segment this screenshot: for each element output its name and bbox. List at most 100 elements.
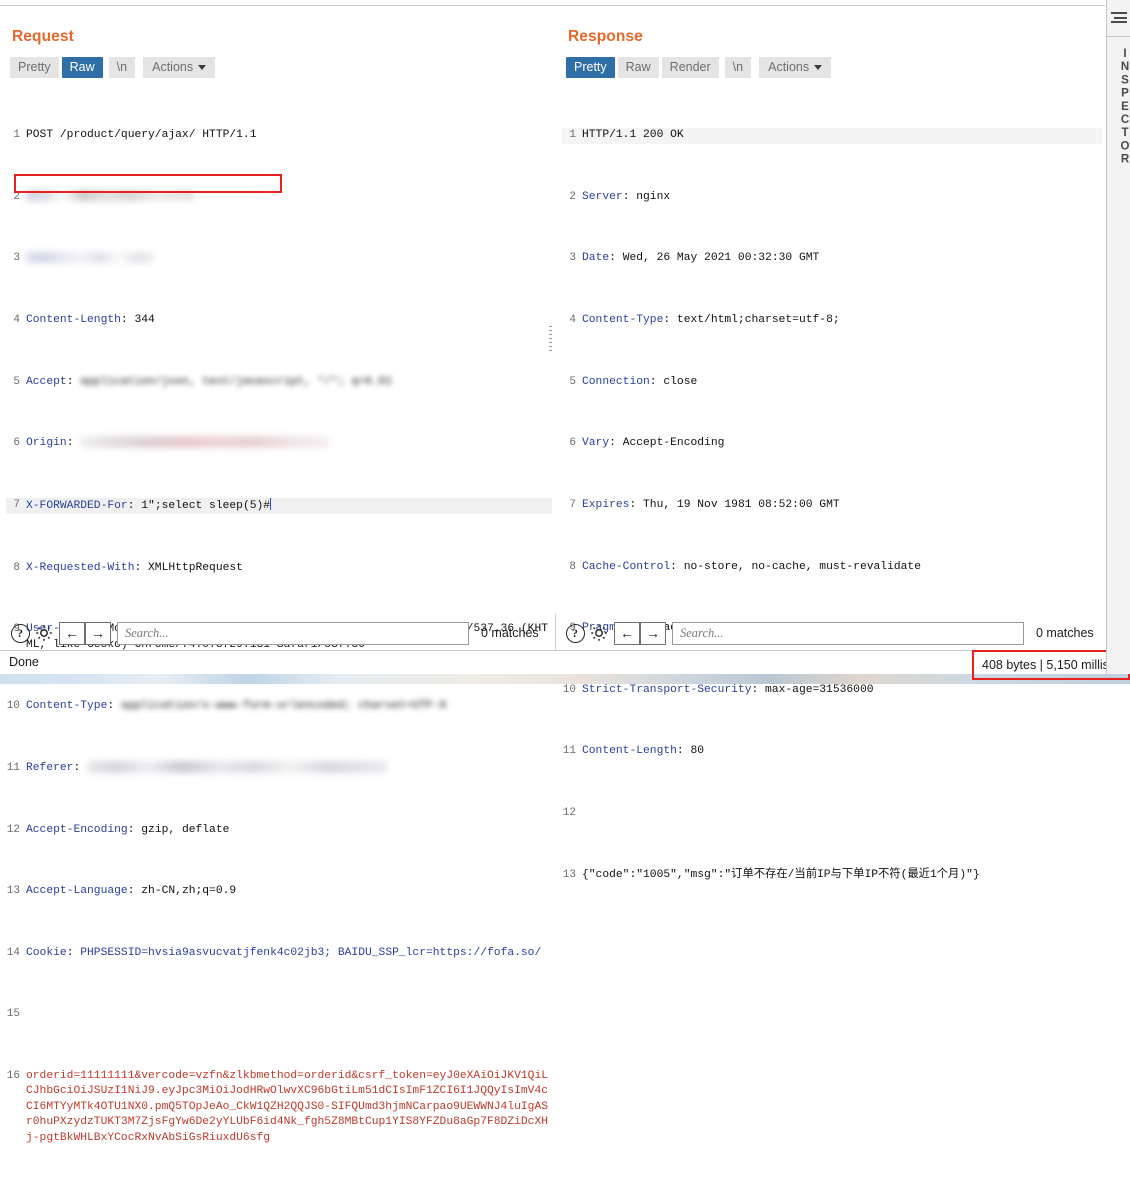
status-bar: Done — [0, 650, 1105, 674]
line-text: POST /product/query/ajax/ HTTP/1.1 — [26, 129, 257, 142]
response-panel-title: Response — [568, 28, 643, 45]
request-tabstrip[interactable]: Pretty Raw \n Actions — [10, 57, 216, 78]
line-number: 3 — [569, 252, 576, 265]
header-name: Accept-Language — [26, 885, 128, 898]
request-tab-newline[interactable]: \n — [108, 57, 136, 78]
cookie-value: PHPSESSID=hvsia9asvucvatjfenk4c02jb3; BA… — [80, 946, 542, 959]
response-tab-render[interactable]: Render — [661, 57, 719, 78]
redacted-line — [26, 251, 552, 266]
response-tab-newline[interactable]: \n — [724, 57, 752, 78]
line-number: 2 — [569, 190, 576, 203]
line-number: 6 — [569, 437, 576, 450]
request-body-text: orderid=11111111&vercode=vzfn&zlkbmethod… — [26, 1070, 549, 1144]
response-help-button[interactable]: ? — [563, 621, 587, 645]
line-text: Connection: close — [582, 375, 698, 388]
line-number: 13 — [562, 868, 576, 881]
line-text: Accept-Language: zh-CN,zh;q=0.9 — [26, 885, 237, 898]
inspector-label[interactable]: INSPECTOR — [1107, 48, 1130, 167]
header-value: 344 — [134, 314, 155, 327]
inspector-rail[interactable]: INSPECTOR — [1106, 0, 1130, 674]
line-text: Content-Type: application/x-www-form-url… — [26, 699, 552, 714]
header-value: no-store, no-cache, must-revalidate — [683, 560, 921, 573]
request-message-editor[interactable]: 1 POST /product/query/ajax/ HTTP/1.1 2 3… — [6, 82, 552, 1144]
line-number: 10 — [6, 700, 20, 713]
line-text: Content-Type: text/html;charset=utf-8; — [582, 314, 840, 327]
request-search-input[interactable]: Search... — [117, 621, 469, 645]
gear-icon — [36, 625, 52, 641]
hamburger-menu-icon[interactable] — [1111, 12, 1127, 23]
header-name: Vary — [582, 437, 610, 450]
header-name: Accept — [26, 375, 67, 388]
response-line: 5 Connection: close — [562, 375, 1102, 390]
request-line: 6 Origin: — [6, 436, 552, 451]
line-number: 7 — [13, 498, 20, 511]
request-line: 11 Referer: — [6, 760, 552, 776]
response-line: 1 HTTP/1.1 200 OK — [562, 128, 1102, 144]
line-text — [582, 806, 1102, 821]
line-text: Accept-Encoding: gzip, deflate — [26, 823, 230, 836]
header-value: zh-CN,zh;q=0.9 — [141, 885, 237, 898]
line-text: X-Requested-With: XMLHttpRequest — [26, 561, 243, 574]
request-line: 5 Accept: application/json, text/javascr… — [6, 375, 552, 390]
line-number: 2 — [13, 190, 20, 203]
request-help-button[interactable]: ? — [8, 621, 32, 645]
request-tab-pretty[interactable]: Pretty — [10, 57, 59, 78]
response-actions-label: Actions — [768, 60, 810, 74]
line-number: 5 — [569, 375, 576, 388]
request-line: 4 Content-Length: 344 — [6, 313, 552, 328]
response-line: 3 Date: Wed, 26 May 2021 00:32:30 GMT — [562, 251, 1102, 266]
help-icon: ? — [10, 623, 30, 643]
gear-icon — [591, 625, 607, 641]
response-tab-raw[interactable]: Raw — [617, 57, 659, 78]
header-name: Cache-Control — [582, 560, 671, 573]
header-value: Thu, 19 Nov 1981 08:52:00 GMT — [643, 498, 840, 511]
line-number: 5 — [13, 375, 20, 388]
request-search-prev-button[interactable]: ← — [59, 621, 85, 645]
header-name: Strict-Transport-Security — [582, 683, 752, 696]
request-line: 12 Accept-Encoding: gzip, deflate — [6, 823, 552, 838]
status-message: Done — [9, 655, 39, 669]
line-text: X-FORWARDED-For: 1";select sleep(5)# — [26, 497, 272, 512]
request-search-next-button[interactable]: → — [85, 621, 111, 645]
line-number: 1 — [569, 129, 576, 142]
response-message-viewer[interactable]: 1 HTTP/1.1 200 OK 2 Server: nginx 3 Date… — [562, 82, 1102, 881]
response-body-line: 13 {"code":"1005","msg":"订单不存在/当前IP与下单IP… — [562, 868, 1102, 883]
line-number: 8 — [13, 561, 20, 574]
line-text: Cookie: PHPSESSID=hvsia9asvucvatjfenk4c0… — [26, 946, 542, 959]
request-line-injected: 7 X-FORWARDED-For: 1";select sleep(5)# — [6, 497, 552, 515]
response-search-prev-button[interactable]: ← — [614, 621, 640, 645]
line-text: Vary: Accept-Encoding — [582, 437, 725, 450]
request-actions-button[interactable]: Actions — [143, 57, 216, 78]
header-value: Accept-Encoding — [622, 437, 725, 450]
response-tabstrip[interactable]: Pretty Raw Render \n Actions — [566, 57, 832, 78]
header-value: 80 — [690, 745, 705, 758]
header-name: Server — [582, 190, 623, 203]
response-settings-button[interactable] — [587, 621, 611, 645]
request-settings-button[interactable] — [32, 621, 56, 645]
line-text: Accept: application/json, text/javascrip… — [26, 375, 552, 390]
header-name: Origin — [26, 437, 67, 450]
response-line: 11 Content-Length: 80 — [562, 744, 1102, 759]
line-number: 11 — [562, 745, 576, 758]
header-name: Content-Length — [26, 314, 121, 327]
request-search-bar[interactable]: ? ← → Search... 0 matches — [8, 620, 548, 646]
line-text: Cache-Control: no-store, no-cache, must-… — [582, 560, 921, 573]
header-name: X-Requested-With — [26, 561, 135, 574]
response-actions-button[interactable]: Actions — [759, 57, 832, 78]
request-line: 10 Content-Type: application/x-www-form-… — [6, 699, 552, 714]
header-name: X-FORWARDED-For — [26, 499, 128, 512]
line-number: 13 — [6, 885, 20, 898]
response-tab-pretty[interactable]: Pretty — [566, 57, 615, 78]
request-body-line: 16 orderid=11111111&vercode=vzfn&zlkbmet… — [6, 1069, 552, 1146]
request-tab-raw[interactable]: Raw — [61, 57, 103, 78]
response-search-next-button[interactable]: → — [640, 621, 666, 645]
request-line: 2 — [6, 190, 552, 205]
response-search-bar[interactable]: ? ← → Search... 0 matches — [563, 620, 1103, 646]
line-text: Expires: Thu, 19 Nov 1981 08:52:00 GMT — [582, 498, 840, 511]
header-name: Connection — [582, 375, 650, 388]
line-text: Origin: — [26, 436, 552, 451]
line-text — [26, 1007, 552, 1022]
request-scroll-handle[interactable] — [549, 326, 552, 352]
response-line: 12 — [562, 806, 1102, 821]
response-search-input[interactable]: Search... — [672, 621, 1024, 645]
